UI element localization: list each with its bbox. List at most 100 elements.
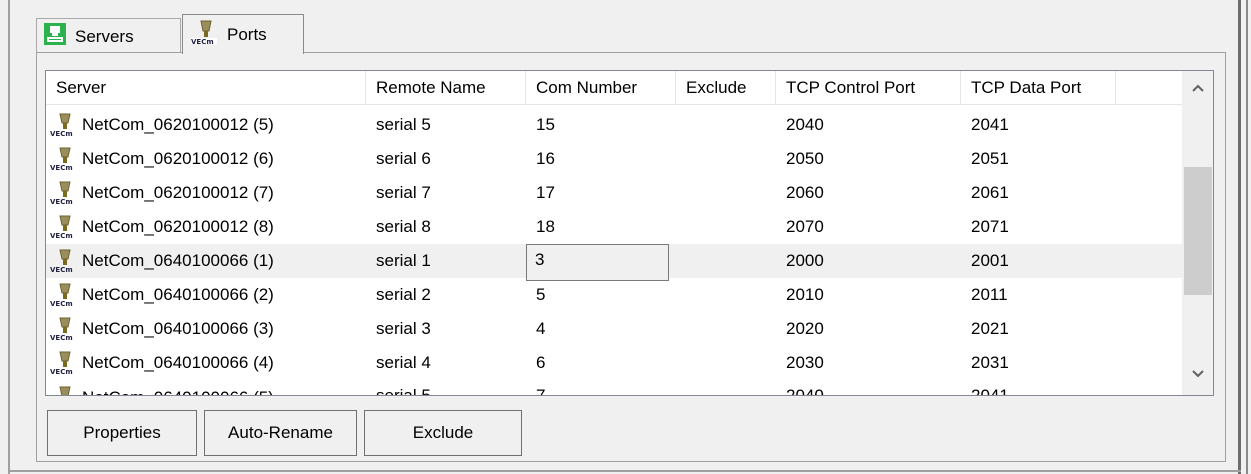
tcp-control-port-cell: 2010 — [786, 285, 824, 304]
tcp-control-port-cell: 2040 — [786, 386, 824, 396]
tcp-control-port-cell: 2050 — [786, 149, 824, 168]
window-border-left — [8, 0, 10, 474]
tcp-data-port-cell: 2071 — [971, 217, 1009, 236]
svg-text:VECm: VECm — [50, 232, 73, 239]
scrollbar-thumb[interactable] — [1184, 167, 1212, 295]
svg-text:VECm: VECm — [50, 198, 73, 205]
tcp-data-port-cell: 2061 — [971, 183, 1009, 202]
exclude-cell — [676, 380, 776, 386]
table-row[interactable]: NetCom_0640100066 (5) serial 5 7 2040 20… — [46, 380, 1182, 396]
tcp-control-port-cell: 2040 — [786, 115, 824, 134]
port-icon: VECm — [48, 181, 78, 206]
remote-name-cell: serial 5 — [376, 115, 431, 134]
port-icon: VECm — [48, 215, 78, 240]
column-header-remote-name[interactable]: Remote Name — [366, 71, 526, 105]
tab-servers[interactable]: Servers — [36, 18, 181, 54]
tab-ports[interactable]: VECm Ports — [182, 14, 304, 54]
column-header-tcp-control-port[interactable]: TCP Control Port — [776, 71, 961, 105]
svg-text:VECm: VECm — [191, 38, 214, 45]
table-row[interactable]: VECm NetCom_0640100066 (4) serial 4 6 203… — [46, 346, 1182, 380]
remote-name-cell: serial 8 — [376, 217, 431, 236]
port-icon: VECm — [48, 283, 78, 308]
vertical-scrollbar[interactable] — [1182, 71, 1213, 395]
com-number-cell: 7 — [536, 386, 546, 396]
com-number-cell: 17 — [536, 183, 555, 202]
server-cell: NetCom_0640100066 (4) — [82, 353, 274, 372]
server-cell: NetCom_0620100012 (6) — [82, 149, 274, 168]
tcp-control-port-cell: 2070 — [786, 217, 824, 236]
tab-ports-label: Ports — [227, 24, 267, 44]
window-border-bottom — [8, 470, 1241, 472]
port-icon: VECm — [48, 147, 78, 172]
column-header-com-number[interactable]: Com Number — [526, 71, 676, 105]
remote-name-cell: serial 6 — [376, 149, 431, 168]
list-header: Server Remote Name Com Number Exclude TC… — [46, 71, 1182, 105]
port-icon: VECm — [189, 19, 219, 50]
svg-text:VECm: VECm — [50, 266, 73, 273]
server-cell: NetCom_0640100066 (3) — [82, 319, 274, 338]
server-icon — [43, 22, 67, 51]
remote-name-cell: serial 7 — [376, 183, 431, 202]
remote-name-cell: serial 1 — [376, 251, 431, 270]
com-number-cell: 16 — [536, 149, 555, 168]
svg-text:VECm: VECm — [50, 130, 73, 137]
server-cell: NetCom_0640100066 (2) — [82, 285, 274, 304]
com-number-cell: 5 — [536, 285, 546, 304]
tcp-control-port-cell: 2030 — [786, 353, 824, 372]
svg-text:VECm: VECm — [50, 334, 73, 341]
tcp-control-port-cell: 2000 — [786, 251, 824, 270]
port-icon: VECm — [48, 249, 78, 274]
table-row[interactable]: VECm NetCom_0640100066 (3) serial 3 4 202… — [46, 312, 1182, 346]
tab-servers-label: Servers — [75, 26, 134, 46]
remote-name-cell: serial 2 — [376, 285, 431, 304]
table-row[interactable]: VECm NetCom_0640100066 (2) serial 2 5 201… — [46, 278, 1182, 312]
port-icon: VECm — [48, 351, 78, 376]
tcp-data-port-cell: 2021 — [971, 319, 1009, 338]
scroll-down-icon[interactable] — [1182, 359, 1213, 389]
com-number-cell: 4 — [536, 319, 546, 338]
server-cell: NetCom_0620100012 (5) — [82, 115, 274, 134]
tcp-data-port-cell: 2011 — [971, 285, 1008, 304]
svg-text:VECm: VECm — [50, 164, 73, 171]
tcp-data-port-cell: 2031 — [971, 353, 1009, 372]
server-cell: NetCom_0620100012 (7) — [82, 183, 274, 202]
table-row[interactable]: VECm NetCom_0620100012 (5) serial 5 15 20… — [46, 108, 1182, 142]
tcp-data-port-cell: 2041 — [971, 386, 1009, 396]
column-header-filler — [1116, 71, 1182, 105]
remote-name-cell: serial 4 — [376, 353, 431, 372]
tcp-control-port-cell: 2020 — [786, 319, 824, 338]
com-number-cell: 15 — [536, 115, 555, 134]
server-cell: NetCom_0640100066 (5) — [82, 388, 274, 395]
tcp-data-port-cell: 2041 — [971, 115, 1009, 134]
remote-name-cell: serial 5 — [376, 386, 431, 396]
com-number-cell: 6 — [536, 353, 546, 372]
tcp-data-port-cell: 2001 — [971, 251, 1009, 270]
scroll-up-icon[interactable] — [1182, 73, 1213, 103]
auto-rename-button[interactable]: Auto-Rename — [204, 410, 357, 456]
tcp-control-port-cell: 2060 — [786, 183, 824, 202]
window-border-right-outer — [1246, 0, 1248, 474]
column-header-exclude[interactable]: Exclude — [676, 71, 776, 105]
table-row[interactable]: VECm NetCom_0620100012 (6) serial 6 16 20… — [46, 142, 1182, 176]
ports-list[interactable]: Server Remote Name Com Number Exclude TC… — [45, 70, 1214, 396]
column-header-server[interactable]: Server — [46, 71, 366, 105]
com-number-cell: 18 — [536, 217, 555, 236]
server-cell: NetCom_0620100012 (8) — [82, 217, 274, 236]
port-icon: VECm — [48, 317, 78, 342]
com-number-edit-field[interactable]: 3 — [526, 244, 669, 281]
port-icon: VECm — [48, 113, 78, 138]
svg-text:VECm: VECm — [50, 300, 73, 307]
column-header-tcp-data-port[interactable]: TCP Data Port — [961, 71, 1116, 105]
list-rows: VECm NetCom_0620100012 (5) serial 5 15 20… — [46, 108, 1182, 396]
svg-text:VECm: VECm — [50, 368, 73, 375]
table-row-selected[interactable]: VECm NetCom_0640100066 (1) serial 1 2000 … — [46, 244, 1182, 281]
tcp-data-port-cell: 2051 — [971, 149, 1009, 168]
port-icon — [48, 386, 78, 395]
exclude-button[interactable]: Exclude — [364, 410, 522, 456]
properties-button[interactable]: Properties — [47, 410, 197, 456]
table-row[interactable]: VECm NetCom_0620100012 (8) serial 8 18 20… — [46, 210, 1182, 244]
remote-name-cell: serial 3 — [376, 319, 431, 338]
server-cell: NetCom_0640100066 (1) — [82, 251, 274, 270]
window-border-right — [1238, 0, 1241, 474]
table-row[interactable]: VECm NetCom_0620100012 (7) serial 7 17 20… — [46, 176, 1182, 210]
